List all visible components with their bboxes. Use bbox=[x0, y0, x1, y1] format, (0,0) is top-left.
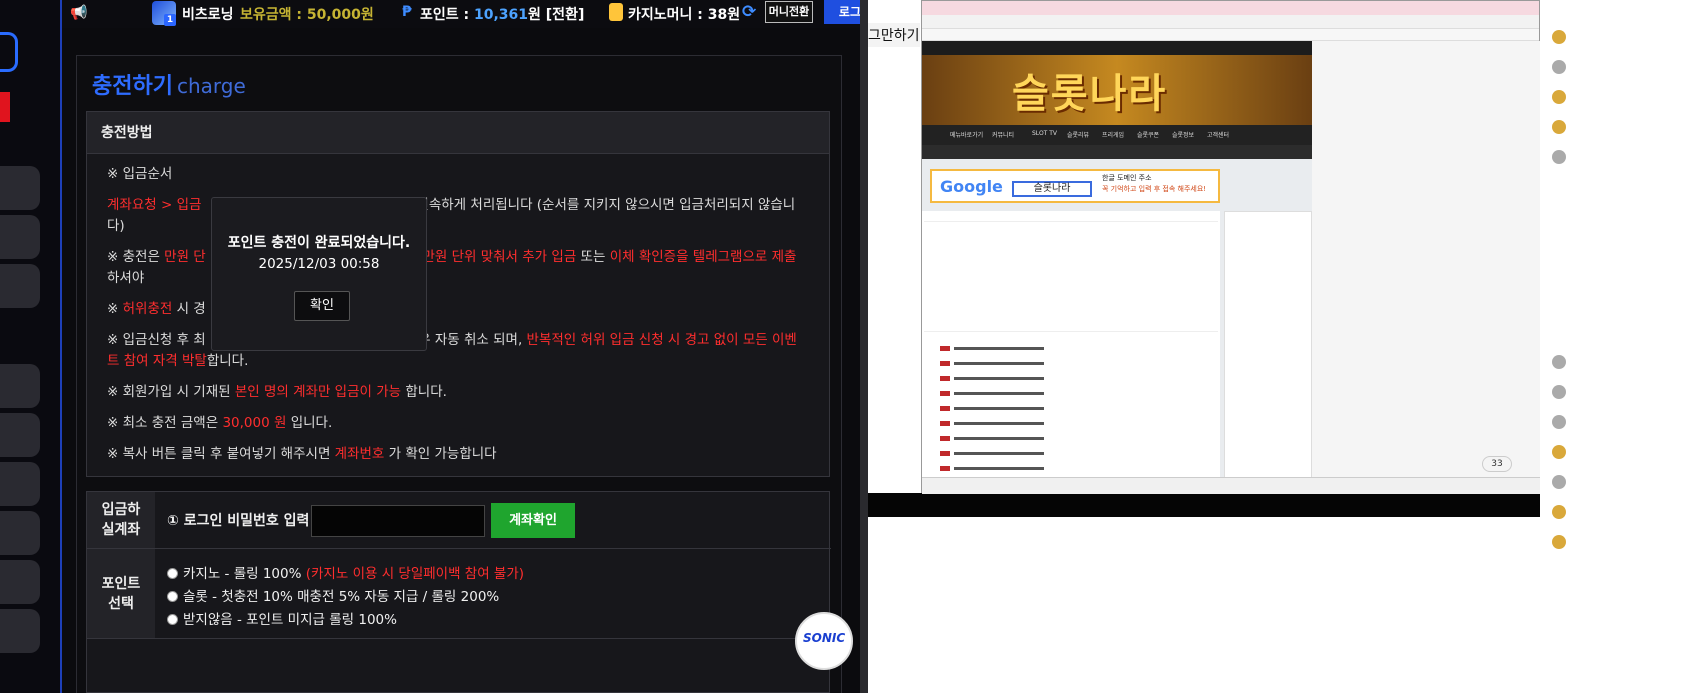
app-icon[interactable] bbox=[1552, 475, 1566, 489]
point-select-label: 포인트 선택 bbox=[87, 549, 155, 638]
password-input[interactable] bbox=[311, 505, 485, 537]
charge-form: 입금하 실계좌 ① 로그인 비밀번호 입력 계좌확인 포인트 선택 카지노 - 롤링… bbox=[86, 491, 831, 693]
sidebar-menu-button[interactable] bbox=[0, 413, 40, 457]
radio-button[interactable] bbox=[167, 568, 178, 579]
point-icon: ₱ bbox=[402, 4, 412, 20]
megaphone-icon[interactable]: 📢 bbox=[70, 5, 87, 21]
sidebar-menu-button[interactable] bbox=[0, 462, 40, 506]
casino-money: 카지노머니 : 38원 bbox=[628, 7, 741, 23]
app-icon[interactable] bbox=[1552, 120, 1566, 134]
radio-button[interactable] bbox=[167, 614, 178, 625]
level-badge: 1 bbox=[164, 14, 176, 26]
charge-method-box: 충전방법 ※ 입금순서 계좌요청 > 입금 신속하게 처리됩니다 (순서를 지키지… bbox=[86, 111, 830, 477]
app-icon[interactable] bbox=[1552, 535, 1566, 549]
rule-6: ※ 최소 충전 금액은 30,000 원 입니다. bbox=[107, 415, 333, 431]
sidebar-menu-button[interactable] bbox=[0, 166, 40, 210]
site-nav: 메뉴바로가기 커뮤니티 SLOT TV 슬롯리뷰 프리게임 슬롯쿠폰 슬롯정보 … bbox=[922, 125, 1312, 145]
bookmarks-bar[interactable] bbox=[922, 29, 1539, 41]
rule-order: ※ 입금순서 bbox=[107, 166, 173, 182]
window-divider bbox=[860, 0, 868, 693]
username: 비츠로닝 bbox=[182, 7, 234, 23]
charge-complete-dialog: 포인트 충전이 완료되었습니다. 2025/12/03 00:58 확인 bbox=[211, 197, 427, 351]
point-value: 10,361 bbox=[474, 7, 529, 23]
section-bar bbox=[922, 145, 1312, 159]
app-icon[interactable] bbox=[1552, 445, 1566, 459]
blank-area bbox=[1312, 41, 1541, 494]
point-option-none[interactable]: 받지않음 - 포인트 미지급 롤링 100% bbox=[167, 608, 397, 628]
app-icon[interactable] bbox=[1552, 90, 1566, 104]
dialog-timestamp: 2025/12/03 00:58 bbox=[258, 256, 380, 272]
google-logo: Google bbox=[940, 177, 1003, 196]
slot-forum-browser: 슬롯나라 메뉴바로가기 커뮤니티 SLOT TV 슬롯리뷰 프리게임 슬롯쿠폰 … bbox=[921, 0, 1541, 494]
charge-rules: ※ 입금순서 계좌요청 > 입금 신속하게 처리됩니다 (순서를 지키지 않으시면… bbox=[87, 154, 829, 465]
point-select-row: 포인트 선택 카지노 - 롤링 100% (카지노 이용 시 당일페이백 참여 불… bbox=[87, 549, 831, 639]
nav-item[interactable]: 메뉴바로가기 bbox=[950, 130, 983, 139]
page-title: 충전하기 charge bbox=[92, 74, 246, 99]
taskbar bbox=[922, 477, 1541, 494]
nav-item[interactable]: 슬롯쿠폰 bbox=[1137, 130, 1159, 139]
app-icon[interactable] bbox=[1552, 30, 1566, 44]
nav-item[interactable]: SLOT TV bbox=[1032, 130, 1057, 137]
forum-board bbox=[922, 211, 1220, 494]
sidebar-menu-button[interactable] bbox=[0, 609, 40, 653]
nav-item[interactable]: 고객센터 bbox=[1207, 130, 1229, 139]
forum-page: 슬롯나라 메뉴바로가기 커뮤니티 SLOT TV 슬롯리뷰 프리게임 슬롯쿠폰 … bbox=[922, 41, 1312, 494]
google-ad-box[interactable]: Google 슬롯나라 한글 도메인 주소 꼭 기억하고 입력 후 접속 해주세… bbox=[930, 169, 1220, 203]
rule-7: ※ 복사 버튼 클릭 후 붙여넣기 해주시면 계좌번호 가 확인 가능합니다 bbox=[107, 446, 497, 462]
google-caption-2: 꼭 기억하고 입력 후 접속 해주세요! bbox=[1102, 185, 1207, 193]
casino-money-icon bbox=[609, 3, 623, 21]
sidebar-menu-button[interactable] bbox=[0, 511, 40, 555]
sidebar-menu-button[interactable] bbox=[0, 364, 40, 408]
point-display[interactable]: 포인트 : 10,361원 [전환] bbox=[420, 4, 584, 24]
app-icon[interactable] bbox=[1552, 415, 1566, 429]
password-label: ① 로그인 비밀번호 입력 bbox=[167, 513, 310, 529]
top-header: 📢 1 비츠로닝 보유금액 : 50,000원 ₱ 포인트 : 10,361원 … bbox=[62, 0, 928, 28]
google-caption: 한글 도메인 주소 bbox=[1102, 174, 1152, 182]
account-check-button[interactable]: 계좌확인 bbox=[491, 503, 575, 538]
deposit-account-label: 입금하 실계좌 bbox=[87, 492, 155, 548]
cut-title: 그만하기 bbox=[868, 23, 920, 47]
site-banner[interactable]: 슬롯나라 bbox=[922, 55, 1312, 125]
address-bar[interactable] bbox=[922, 15, 1539, 29]
nav-item[interactable]: 커뮤니티 bbox=[992, 130, 1014, 139]
banner-title: 슬롯나라 bbox=[1012, 71, 1168, 117]
right-icon-strip bbox=[1540, 0, 1688, 693]
sonic-logo[interactable]: SONIC bbox=[795, 612, 853, 670]
black-bar bbox=[868, 493, 1540, 517]
sidebar-menu-button[interactable] bbox=[0, 215, 40, 259]
app-icon[interactable] bbox=[1552, 150, 1566, 164]
nav-item[interactable]: 프리게임 bbox=[1102, 130, 1124, 139]
dialog-message: 포인트 충전이 완료되었습니다. bbox=[227, 235, 411, 251]
refresh-icon[interactable]: ⟳ bbox=[742, 2, 756, 22]
casino-browser-window: 📢 1 비츠로닝 보유금액 : 50,000원 ₱ 포인트 : 10,361원 … bbox=[0, 0, 928, 693]
deposit-account-row: 입금하 실계좌 ① 로그인 비밀번호 입력 계좌확인 bbox=[87, 492, 831, 549]
sidebar-menu-button[interactable] bbox=[0, 264, 40, 308]
point-option-slot[interactable]: 슬롯 - 첫충전 10% 매충전 5% 자동 지급 / 롤링 200% bbox=[167, 585, 499, 605]
holding-amount: 보유금액 : 50,000원 bbox=[240, 7, 374, 23]
page-title-en: charge bbox=[176, 74, 246, 98]
charge-method-heading: 충전방법 bbox=[87, 112, 829, 154]
forum-sidebar bbox=[1224, 211, 1312, 494]
nav-item[interactable]: 슬롯리뷰 bbox=[1067, 130, 1089, 139]
point-option-casino[interactable]: 카지노 - 롤링 100% (카지노 이용 시 당일페이백 참여 불가) bbox=[167, 562, 524, 582]
left-sidebar bbox=[0, 0, 62, 693]
browser-tabs[interactable] bbox=[922, 1, 1539, 15]
app-icon[interactable] bbox=[1552, 385, 1566, 399]
app-icon[interactable] bbox=[1552, 355, 1566, 369]
badge[interactable]: 33 bbox=[1482, 456, 1512, 472]
site-topbar bbox=[922, 41, 1312, 55]
ok-button[interactable]: 확인 bbox=[294, 291, 350, 321]
site-logo bbox=[0, 22, 20, 122]
rule-5: ※ 회원가입 시 기재된 본인 명의 계좌만 입금이 가능 합니다. bbox=[107, 384, 447, 400]
nav-item[interactable]: 슬롯정보 bbox=[1172, 130, 1194, 139]
google-search-box[interactable]: 슬롯나라 bbox=[1012, 181, 1092, 197]
money-switch-button[interactable]: 머니전환 bbox=[765, 1, 813, 23]
radio-button[interactable] bbox=[167, 591, 178, 602]
app-icon[interactable] bbox=[1552, 505, 1566, 519]
app-icon[interactable] bbox=[1552, 60, 1566, 74]
sidebar-menu-button[interactable] bbox=[0, 560, 40, 604]
